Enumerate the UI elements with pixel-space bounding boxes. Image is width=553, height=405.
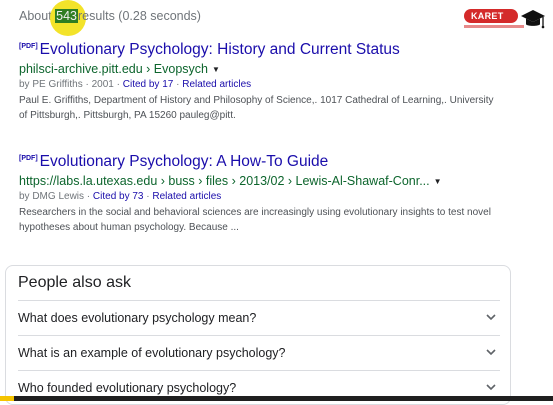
cited-by-link[interactable]: Cited by 17 [123,79,174,90]
pdf-tag: [PDF] [19,43,38,50]
paa-question[interactable]: What does evolutionary psychology mean? [18,300,500,335]
cited-by-link[interactable]: Cited by 73 [93,191,144,202]
result-url[interactable]: https://labs.la.utexas.edu › buss › file… [19,174,499,188]
result-meta: by DMG Lewis · Cited by 73 · Related art… [19,191,499,202]
paa-question[interactable]: What is an example of evolutionary psych… [18,335,500,370]
result-url[interactable]: philsci-archive.pitt.edu › Evopsych ▼ [19,62,499,76]
video-progress-strip [0,396,553,401]
related-articles-link[interactable]: Related articles [182,79,251,90]
result-snippet: Paul E. Griffiths, Department of History… [19,95,494,121]
people-also-ask-panel: People also ask What does evolutionary p… [5,265,511,405]
related-articles-link[interactable]: Related articles [152,191,221,202]
paa-question-text[interactable]: What does evolutionary psychology mean? [18,311,256,325]
result-title-link[interactable]: Evolutionary Psychology: History and Cur… [40,41,400,58]
pdf-tag: [PDF] [19,155,38,162]
author-year: by PE Griffiths · 2001 · [19,79,123,90]
paa-question-text[interactable]: What is an example of evolutionary psych… [18,346,286,360]
result-title-link[interactable]: Evolutionary Psychology: A How-To Guide [40,153,329,170]
cursor-highlight: 543 [50,0,86,36]
paa-heading: People also ask [18,274,131,291]
author-year: by DMG Lewis · [19,191,93,202]
search-result: [PDF] Evolutionary Psychology: A How-To G… [19,153,499,235]
result-snippet: Researchers in the social and behavioral… [19,207,491,233]
logo-text: KARET [464,9,518,23]
search-result: [PDF] Evolutionary Psychology: History an… [19,41,499,123]
result-stats: About 543results (0.28 seconds) [19,0,201,36]
result-url-text[interactable]: https://labs.la.utexas.edu › buss › file… [19,174,430,188]
result-url-text[interactable]: philsci-archive.pitt.edu › Evopsych [19,62,208,76]
chevron-down-icon[interactable] [484,345,498,359]
caret-down-icon[interactable]: ▼ [434,177,442,186]
stats-suffix: results (0.28 seconds) [78,9,201,23]
caret-down-icon[interactable]: ▼ [212,65,220,74]
result-count: 543 [55,9,78,23]
chevron-down-icon[interactable] [484,310,498,324]
paa-question-text[interactable]: Who founded evolutionary psychology? [18,381,236,395]
graduation-cap-icon [521,10,545,29]
result-meta: by PE Griffiths · 2001 · Cited by 17 · R… [19,79,499,90]
karet-logo: KARET [462,7,546,35]
chevron-down-icon[interactable] [484,380,498,394]
meta-separator: · [173,79,183,90]
